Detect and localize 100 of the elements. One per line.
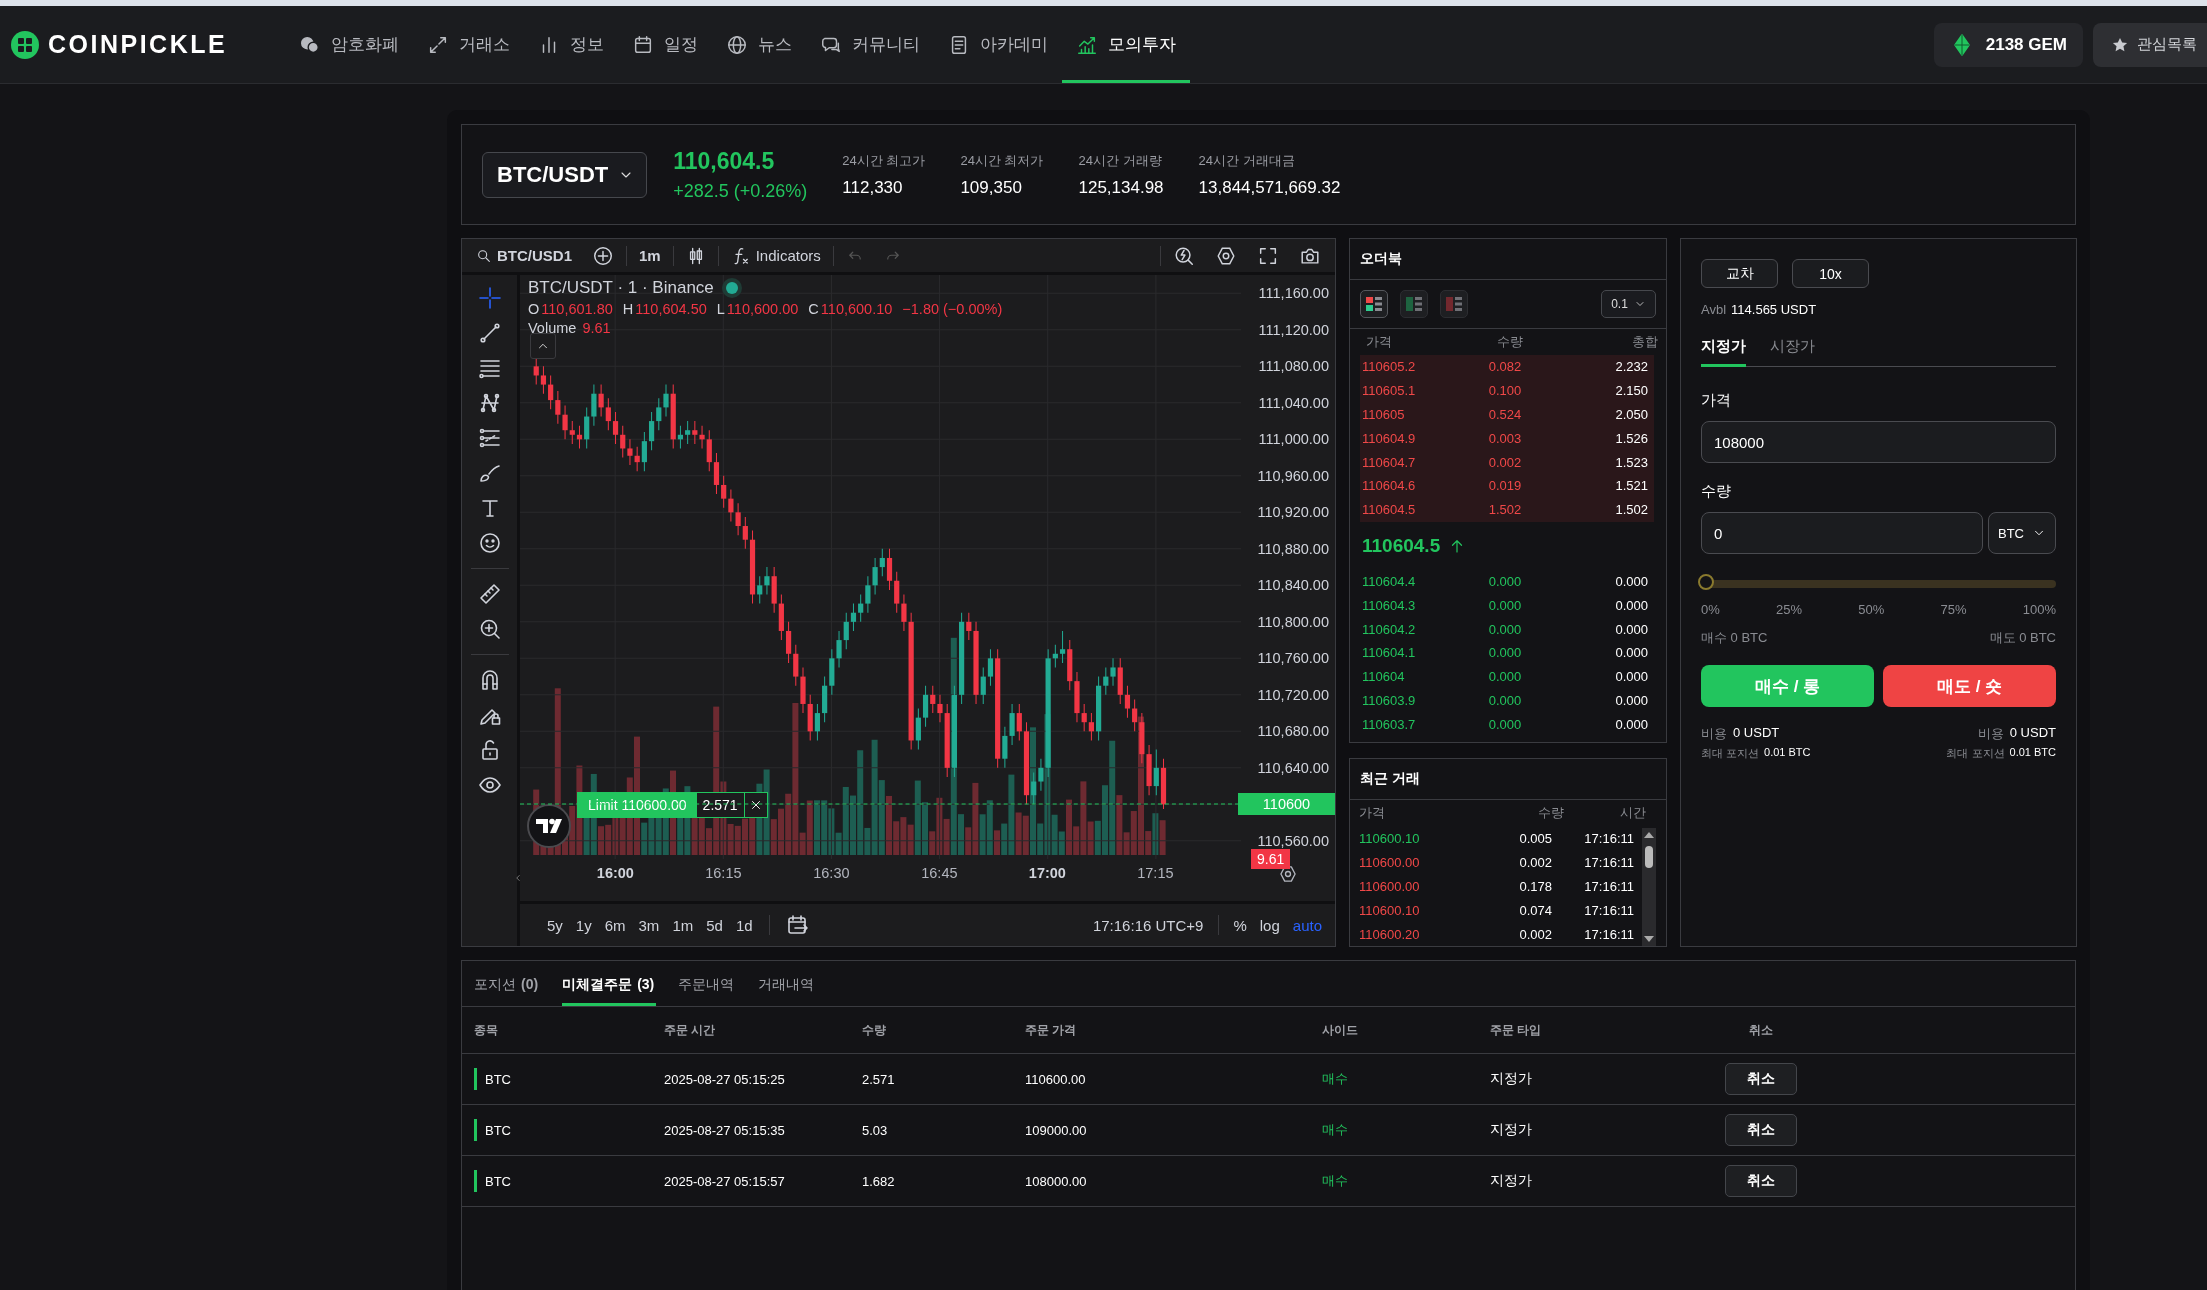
price-tick: 110,800.00	[1256, 612, 1330, 632]
scale-button[interactable]: %	[1228, 912, 1252, 938]
time-tick: 17:15	[1136, 865, 1175, 881]
indicators-button[interactable]: Indicators	[722, 241, 829, 270]
trade-quantity: 0.074	[1518, 902, 1552, 918]
range-button[interactable]: 6m	[599, 912, 631, 938]
range-button[interactable]: 5y	[542, 912, 568, 938]
bid-cell-text: 0.000	[1614, 716, 1648, 732]
symbol-search[interactable]: BTC/USD1	[468, 241, 580, 270]
trade-quantity: 0.178	[1518, 878, 1552, 894]
ohlc-values: O 110,601.80 H 110,604.50 L 110,600.00 C 110,600.10 −1.80 (−0.00%)	[528, 301, 1003, 317]
history-tab[interactable]: 주문내역	[678, 976, 747, 1006]
volume-legend: Volume 9.61	[528, 320, 1003, 336]
table-cell-text: 2.571	[862, 1071, 896, 1087]
trade-time: 17:16:11	[1583, 926, 1634, 942]
trend-line-icon	[477, 321, 502, 345]
view-toggle[interactable]	[1400, 290, 1428, 318]
panel-title: 최근 거래	[1350, 759, 1666, 800]
history-tab[interactable]: 거래내역	[758, 976, 827, 1006]
chart-title: BTC/USDT · 1 · Binance	[528, 278, 714, 298]
column-header: 수량	[1537, 804, 1564, 822]
cancel-button[interactable]: 취소	[1725, 1063, 1797, 1095]
last-price: 110,604.5	[673, 147, 776, 175]
bid-cell-text: 110604.3	[1362, 597, 1417, 613]
available-balance: 114.565 USDT	[1731, 302, 1817, 317]
nav-item[interactable]: 아카데미	[934, 9, 1063, 83]
trade-time: 17:16:11	[1583, 854, 1634, 870]
cancel-button[interactable]: 취소	[1725, 1165, 1797, 1197]
order-type-tab[interactable]: 시장가	[1770, 337, 1815, 367]
ask-cell-text: 0.003	[1487, 430, 1523, 446]
ask-cell-text: 0.100	[1487, 383, 1523, 399]
margin-mode-button[interactable]: 교차	[1701, 259, 1778, 288]
price-field[interactable]: 108000	[1701, 421, 2056, 463]
interval-button[interactable]: 1m	[631, 241, 669, 270]
cost-label: 비용	[1701, 725, 1727, 743]
order-type-tab[interactable]: 지정가	[1701, 337, 1746, 367]
nav-item[interactable]: 거래소	[413, 9, 525, 83]
history-tab[interactable]: 미체결주문 (3)	[562, 976, 657, 1006]
logo-icon[interactable]	[526, 803, 572, 849]
scale-button[interactable]: log	[1254, 912, 1285, 938]
view-toggle[interactable]	[1440, 290, 1468, 318]
history-tab[interactable]: 포지션 (0)	[474, 976, 551, 1006]
scrollbar[interactable]	[1642, 828, 1656, 946]
fibonacci-icon	[477, 426, 502, 450]
bid-cell-text: 110603.9	[1362, 692, 1417, 708]
range-button[interactable]: 5d	[701, 912, 728, 938]
logo-icon[interactable]	[10, 29, 40, 60]
order-price-label: Limit 110600.00	[578, 793, 697, 818]
price-tick: 111,120.00	[1257, 320, 1330, 340]
table-cell: BTC	[485, 1122, 511, 1138]
stat-value: 112,330	[842, 177, 904, 198]
trade-quantity: 0.002	[1518, 926, 1552, 942]
quantity-field[interactable]: 0	[1701, 512, 1983, 554]
range-button[interactable]: 1d	[730, 912, 758, 938]
price-tick: 111,000.00	[1257, 430, 1330, 450]
order-tag[interactable]: Limit 110600.00 2.571	[577, 792, 768, 819]
price-tag: 110600	[1238, 793, 1335, 816]
table-cell-text: 매수	[1322, 1121, 1349, 1139]
nav-item[interactable]: 암호화폐	[285, 9, 414, 83]
cancel-button[interactable]: 취소	[1725, 1114, 1797, 1146]
cost-value: 0 USDT	[1733, 725, 1780, 742]
nav-item[interactable]: 커뮤니티	[806, 9, 935, 83]
bid-cell-text: 0.000	[1614, 597, 1648, 613]
nav-item[interactable]: 뉴스	[712, 9, 807, 83]
table-cell-text: 2025-08-27 05:15:35	[664, 1122, 786, 1138]
ask-cell-text: 0.524	[1487, 407, 1523, 422]
bid-cell-text: 0.000	[1487, 573, 1523, 589]
max-position-value: 0.01 BTC	[2009, 746, 2056, 760]
step-dropdown[interactable]: 0.1	[1601, 290, 1656, 318]
nav-item[interactable]: 일정	[618, 9, 713, 83]
trade-price: 110600.10	[1359, 830, 1421, 846]
globe-icon	[726, 33, 749, 56]
nav-item[interactable]: 정보	[524, 9, 619, 83]
table-cell-text: 2025-08-27 05:15:25	[664, 1071, 786, 1087]
ask-cell-text: 110605	[1362, 407, 1406, 422]
ask-cell-text: 1.526	[1614, 430, 1648, 446]
watchlist-button[interactable]: 관심목록	[2093, 22, 2207, 67]
max-buy: 매수 0 BTC	[1701, 629, 1768, 647]
field-label: 가격	[1701, 391, 1732, 410]
range-button[interactable]: 1y	[570, 912, 597, 938]
price-tick: 111,040.00	[1257, 393, 1330, 413]
stat-label: 24시간 거래대금	[1198, 151, 1296, 170]
sell-button[interactable]: 매도 / 숏	[1883, 665, 2056, 707]
trade-price: 110600.00	[1359, 878, 1421, 894]
symbol-selector[interactable]: BTC/USDT	[482, 151, 648, 198]
leverage-button[interactable]: 10x	[1792, 259, 1869, 288]
bid-cell-text: 110604.2	[1362, 621, 1417, 637]
slider-mark: 100%	[2022, 602, 2056, 617]
nav-item[interactable]: 모의투자	[1062, 9, 1191, 83]
range-button[interactable]: 3m	[633, 912, 665, 938]
brand-name[interactable]: COINPICKLE	[48, 30, 228, 59]
unit-dropdown[interactable]: BTC	[1988, 512, 2056, 554]
view-toggle[interactable]	[1360, 290, 1388, 318]
ask-cell-text: 110604.6	[1362, 478, 1417, 494]
ask-cell-text: 1.502	[1487, 502, 1523, 518]
slider-thumb[interactable]	[1698, 574, 1714, 590]
slider-mark: 75%	[1940, 602, 1967, 617]
trade-price: 110600.10	[1359, 902, 1421, 918]
range-button[interactable]: 1m	[667, 912, 699, 938]
stat-label: 24시간 최고가	[842, 151, 926, 170]
